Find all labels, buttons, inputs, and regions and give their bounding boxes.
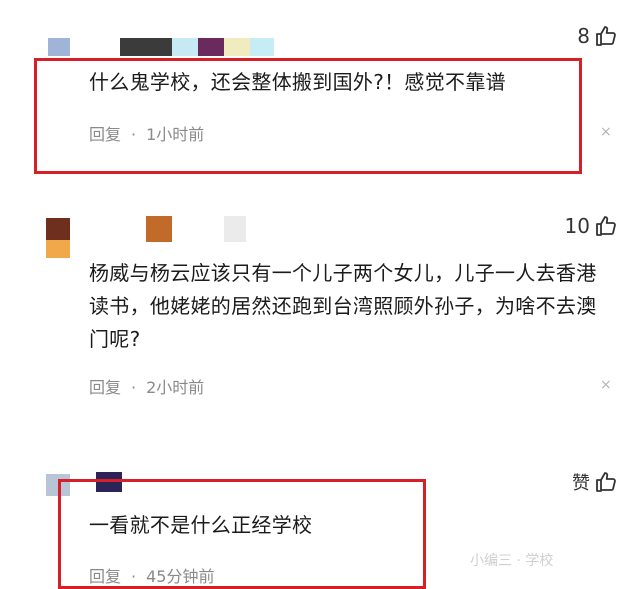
thumbs-up-icon [596, 472, 616, 492]
like-button[interactable]: 赞 [572, 469, 618, 495]
highlight-box [58, 479, 426, 589]
watermark: 小编三 · 学校 [470, 553, 554, 569]
like-label: 赞 [572, 473, 590, 494]
